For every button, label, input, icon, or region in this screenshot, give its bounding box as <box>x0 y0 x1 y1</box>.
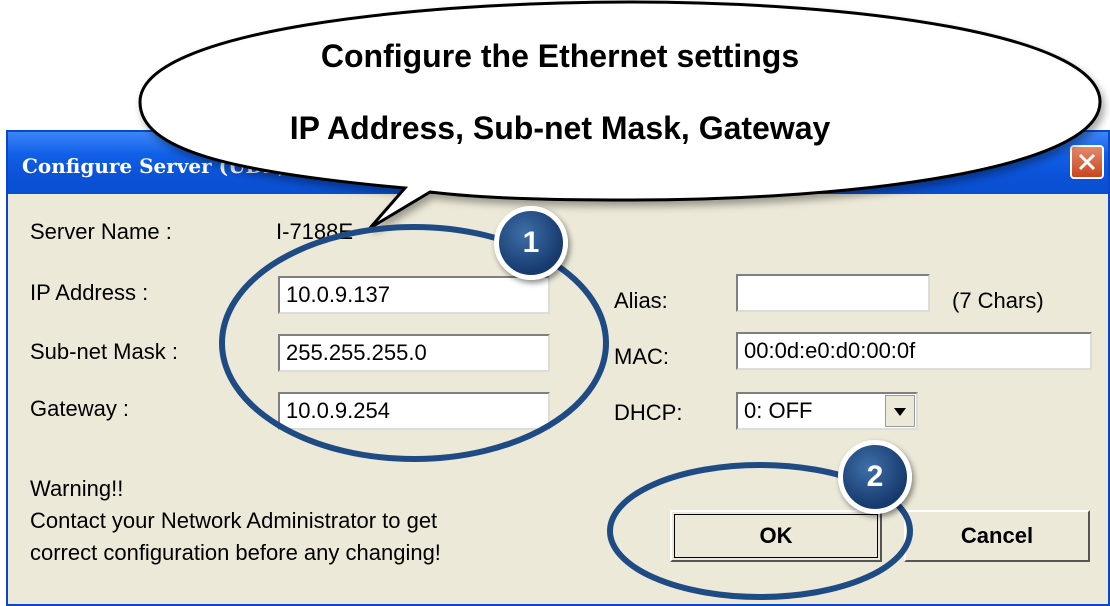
gateway-label: Gateway : <box>30 396 130 421</box>
dhcp-selected-value: 0: OFF <box>744 398 813 423</box>
close-icon <box>1078 153 1096 171</box>
chevron-down-icon <box>894 408 906 416</box>
warning-line-1: Contact your Network Administrator to ge… <box>30 508 438 533</box>
close-button[interactable] <box>1070 145 1104 179</box>
window-title: Configure Server (UDP) <box>22 154 288 178</box>
mac-input[interactable]: 00:0d:e0:d0:00:0f <box>736 332 1092 370</box>
warning-title: Warning!! <box>30 476 124 501</box>
ip-address-label: IP Address : <box>30 280 149 305</box>
warning-line-2: correct configuration before any changin… <box>30 540 441 565</box>
step-2-badge: 2 <box>838 440 912 514</box>
dhcp-dropdown-button[interactable] <box>885 395 915 427</box>
cancel-button[interactable]: Cancel <box>904 510 1090 562</box>
subnet-mask-label: Sub-net Mask : <box>30 339 178 364</box>
alias-input[interactable] <box>736 274 930 312</box>
alias-hint: (7 Chars) <box>952 288 1044 313</box>
server-name-label: Server Name : <box>30 219 172 244</box>
step-1-highlight-ring <box>219 224 609 462</box>
callout-line-1: Configure the Ethernet settings <box>320 38 800 74</box>
callout-line-2: IP Address, Sub-net Mask, Gateway <box>289 110 831 146</box>
dhcp-select[interactable]: 0: OFF <box>736 392 918 430</box>
step-1-badge: 1 <box>494 206 568 280</box>
